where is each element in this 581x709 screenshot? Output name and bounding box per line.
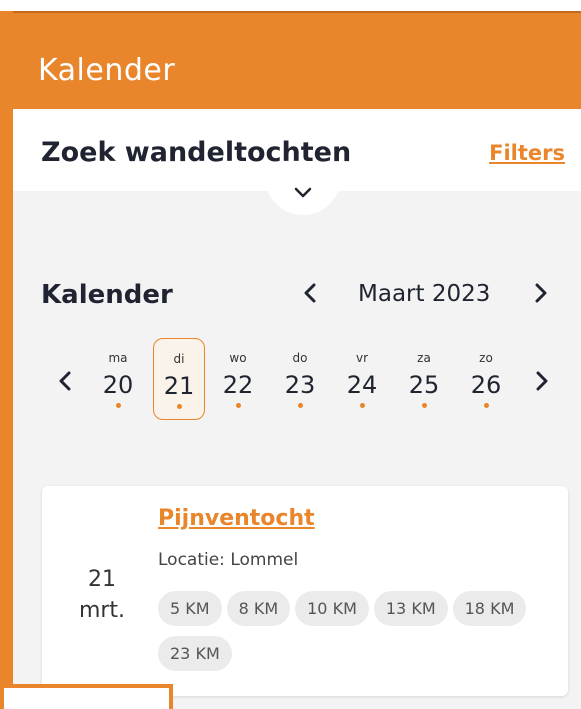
day-item[interactable]: za 25 — [398, 338, 450, 420]
event-date-day: 21 — [88, 567, 116, 592]
day-item[interactable]: vr 24 — [336, 338, 388, 420]
day-name: di — [173, 352, 185, 366]
event-dot — [421, 403, 427, 408]
event-dot — [176, 404, 182, 409]
day-item-selected[interactable]: di 21 — [153, 338, 205, 420]
header-title: Kalender — [38, 53, 176, 88]
chevron-left-icon — [304, 283, 316, 303]
previous-month-button[interactable] — [303, 283, 317, 307]
day-name: wo — [229, 351, 247, 365]
event-date-month: mrt. — [78, 598, 126, 623]
chevron-right-icon — [536, 371, 548, 391]
day-item[interactable]: do 23 — [274, 338, 326, 420]
filters-link[interactable]: Filters — [489, 141, 565, 165]
month-label: Maart 2023 — [358, 281, 491, 307]
chevron-down-icon — [294, 187, 312, 198]
day-number: 24 — [346, 371, 378, 399]
day-number: 20 — [102, 371, 134, 399]
previous-week-button[interactable] — [58, 371, 72, 395]
event-card[interactable]: 21 mrt. Pijnventocht Locatie: Lommel 5 K… — [42, 486, 568, 696]
distance-chip[interactable]: 8 KM — [226, 591, 291, 626]
distance-chip[interactable]: 13 KM — [373, 591, 448, 626]
chevron-left-icon — [59, 371, 71, 391]
event-dot — [297, 403, 303, 408]
day-number: 21 — [163, 372, 195, 400]
day-name: do — [292, 351, 308, 365]
day-number: 23 — [284, 371, 316, 399]
day-name: zo — [479, 351, 493, 365]
bottom-tab-outline — [0, 684, 173, 709]
distance-chip[interactable]: 18 KM — [452, 591, 527, 626]
event-dot — [359, 403, 365, 408]
event-dot — [235, 403, 241, 408]
distance-chips: 5 KM 8 KM 10 KM 13 KM 18 KM 23 KM — [158, 591, 558, 681]
day-number: 26 — [470, 371, 502, 399]
distance-chip[interactable]: 10 KM — [295, 591, 369, 626]
event-location: Locatie: Lommel — [158, 550, 299, 570]
top-strip — [0, 0, 581, 11]
main-panel: Zoek wandeltochten Filters Kalender Maar… — [13, 109, 581, 709]
event-date: 21 mrt. — [72, 564, 132, 626]
day-number: 22 — [222, 371, 254, 399]
day-item[interactable]: zo 26 — [460, 338, 512, 420]
day-item[interactable]: ma 20 — [92, 338, 144, 420]
search-title: Zoek wandeltochten — [41, 137, 352, 168]
day-number: 25 — [408, 371, 440, 399]
day-name: ma — [108, 351, 128, 365]
calendar-title: Kalender — [41, 280, 173, 310]
next-month-button[interactable] — [534, 283, 548, 307]
distance-chip[interactable]: 23 KM — [158, 636, 232, 671]
event-title-link[interactable]: Pijnventocht — [158, 506, 315, 531]
left-accent-border — [0, 11, 13, 686]
app-header: Kalender — [13, 11, 581, 109]
chevron-right-icon — [535, 283, 547, 303]
next-week-button[interactable] — [535, 371, 549, 395]
distance-chip[interactable]: 5 KM — [158, 591, 222, 626]
day-name: za — [417, 351, 431, 365]
day-item[interactable]: wo 22 — [212, 338, 264, 420]
event-dot — [483, 403, 489, 408]
day-name: vr — [355, 351, 369, 365]
expand-search-button[interactable] — [265, 165, 341, 215]
event-dot — [115, 403, 121, 408]
